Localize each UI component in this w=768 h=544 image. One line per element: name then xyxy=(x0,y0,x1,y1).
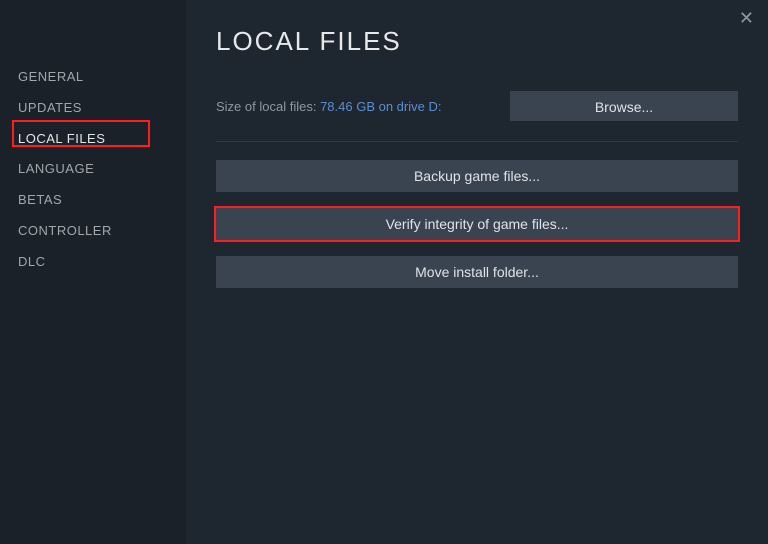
verify-button[interactable]: Verify integrity of game files... xyxy=(216,208,738,240)
properties-window: GENERAL UPDATES LOCAL FILES LANGUAGE BET… xyxy=(0,0,768,544)
sidebar: GENERAL UPDATES LOCAL FILES LANGUAGE BET… xyxy=(0,0,186,544)
backup-button[interactable]: Backup game files... xyxy=(216,160,738,192)
sidebar-item-updates[interactable]: UPDATES xyxy=(0,93,186,124)
size-label: Size of local files: 78.46 GB on drive D… xyxy=(216,99,441,114)
main-panel: ✕ LOCAL FILES Size of local files: 78.46… xyxy=(186,0,768,544)
browse-button[interactable]: Browse... xyxy=(510,91,738,121)
sidebar-item-language[interactable]: LANGUAGE xyxy=(0,154,186,185)
sidebar-item-local-files[interactable]: LOCAL FILES xyxy=(0,124,186,155)
move-button[interactable]: Move install folder... xyxy=(216,256,738,288)
page-title: LOCAL FILES xyxy=(216,26,738,57)
sidebar-item-betas[interactable]: BETAS xyxy=(0,185,186,216)
sidebar-item-dlc[interactable]: DLC xyxy=(0,247,186,278)
sidebar-item-controller[interactable]: CONTROLLER xyxy=(0,216,186,247)
size-value: 78.46 GB on drive D: xyxy=(320,99,441,114)
close-icon[interactable]: ✕ xyxy=(739,8,754,29)
divider xyxy=(216,141,738,142)
size-info-row: Size of local files: 78.46 GB on drive D… xyxy=(216,91,738,121)
sidebar-item-general[interactable]: GENERAL xyxy=(0,62,186,93)
